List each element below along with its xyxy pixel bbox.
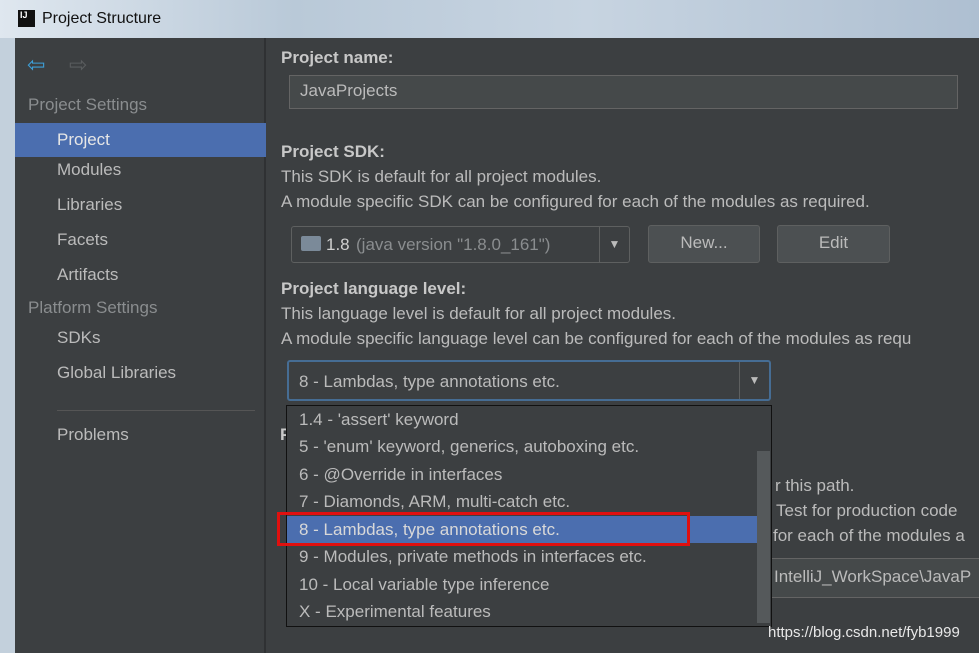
sidebar-divider bbox=[57, 410, 255, 411]
sidebar-item-project[interactable]: Project bbox=[15, 123, 266, 157]
intellij-logo-icon: IJ bbox=[18, 10, 35, 27]
watermark: https://blog.csdn.net/fyb1999 bbox=[768, 624, 960, 641]
sdk-description-2: A module specific SDK can be configured … bbox=[281, 192, 870, 211]
dropdown-option[interactable]: 9 - Modules, private methods in interfac… bbox=[287, 543, 757, 570]
sdk-detail: (java version "1.8.0_161") bbox=[356, 235, 551, 254]
back-arrow-icon[interactable]: ⇦ bbox=[27, 52, 45, 78]
section-platform-settings: Platform Settings bbox=[28, 298, 158, 317]
dropdown-option[interactable]: 7 - Diamonds, ARM, multi-catch etc. bbox=[287, 488, 757, 515]
compiler-desc-partial-1: r this path. bbox=[775, 476, 855, 495]
sidebar-item-modules[interactable]: Modules bbox=[15, 153, 266, 187]
sidebar: ⇦ ⇨ Project Settings Project Modules Lib… bbox=[15, 38, 266, 653]
sdk-combo[interactable]: 1.8 (java version "1.8.0_161") ▼ bbox=[291, 226, 630, 263]
new-sdk-button[interactable]: New... bbox=[648, 225, 760, 263]
sdk-folder-icon bbox=[301, 236, 321, 251]
sdk-version: 1.8 bbox=[326, 235, 350, 254]
sidebar-item-sdks[interactable]: SDKs bbox=[15, 321, 266, 355]
project-name-label: Project name: bbox=[281, 48, 394, 67]
highlight-box bbox=[277, 512, 690, 546]
language-level-description-2: A module specific language level can be … bbox=[281, 329, 912, 348]
edit-sdk-button[interactable]: Edit bbox=[777, 225, 890, 263]
compiler-desc-partial-3: for each of the modules a bbox=[773, 526, 965, 545]
dropdown-scrollbar[interactable] bbox=[757, 451, 770, 623]
sidebar-item-libraries[interactable]: Libraries bbox=[15, 188, 266, 222]
window-frame bbox=[0, 38, 15, 653]
sidebar-item-artifacts[interactable]: Artifacts bbox=[15, 258, 266, 292]
section-project-settings: Project Settings bbox=[28, 95, 148, 114]
window-title: Project Structure bbox=[42, 10, 162, 27]
sidebar-item-problems[interactable]: Problems bbox=[15, 418, 266, 452]
compiler-desc-partial-2: Test for production code bbox=[776, 501, 958, 520]
project-sdk-label: Project SDK: bbox=[281, 142, 385, 161]
forward-arrow-icon[interactable]: ⇨ bbox=[69, 52, 87, 78]
language-level-combo[interactable]: 8 - Lambdas, type annotations etc. ▼ bbox=[287, 360, 771, 401]
dropdown-option[interactable]: 10 - Local variable type inference bbox=[287, 571, 757, 598]
dropdown-option[interactable]: 6 - @Override in interfaces bbox=[287, 461, 757, 488]
dropdown-option[interactable]: 5 - 'enum' keyword, generics, autoboxing… bbox=[287, 433, 757, 460]
sidebar-item-global-libraries[interactable]: Global Libraries bbox=[15, 356, 266, 390]
project-name-input[interactable]: JavaProjects bbox=[289, 75, 958, 109]
language-level-value: 8 - Lambdas, type annotations etc. bbox=[299, 372, 560, 391]
sidebar-item-facets[interactable]: Facets bbox=[15, 223, 266, 257]
chevron-down-icon[interactable]: ▼ bbox=[599, 227, 629, 262]
sdk-description-1: This SDK is default for all project modu… bbox=[281, 167, 602, 186]
chevron-down-icon[interactable]: ▼ bbox=[739, 362, 769, 399]
dropdown-option[interactable]: 1.4 - 'assert' keyword bbox=[287, 406, 757, 433]
dropdown-option[interactable]: X - Experimental features bbox=[287, 598, 757, 625]
language-level-description-1: This language level is default for all p… bbox=[281, 304, 676, 323]
language-level-label: Project language level: bbox=[281, 279, 467, 298]
